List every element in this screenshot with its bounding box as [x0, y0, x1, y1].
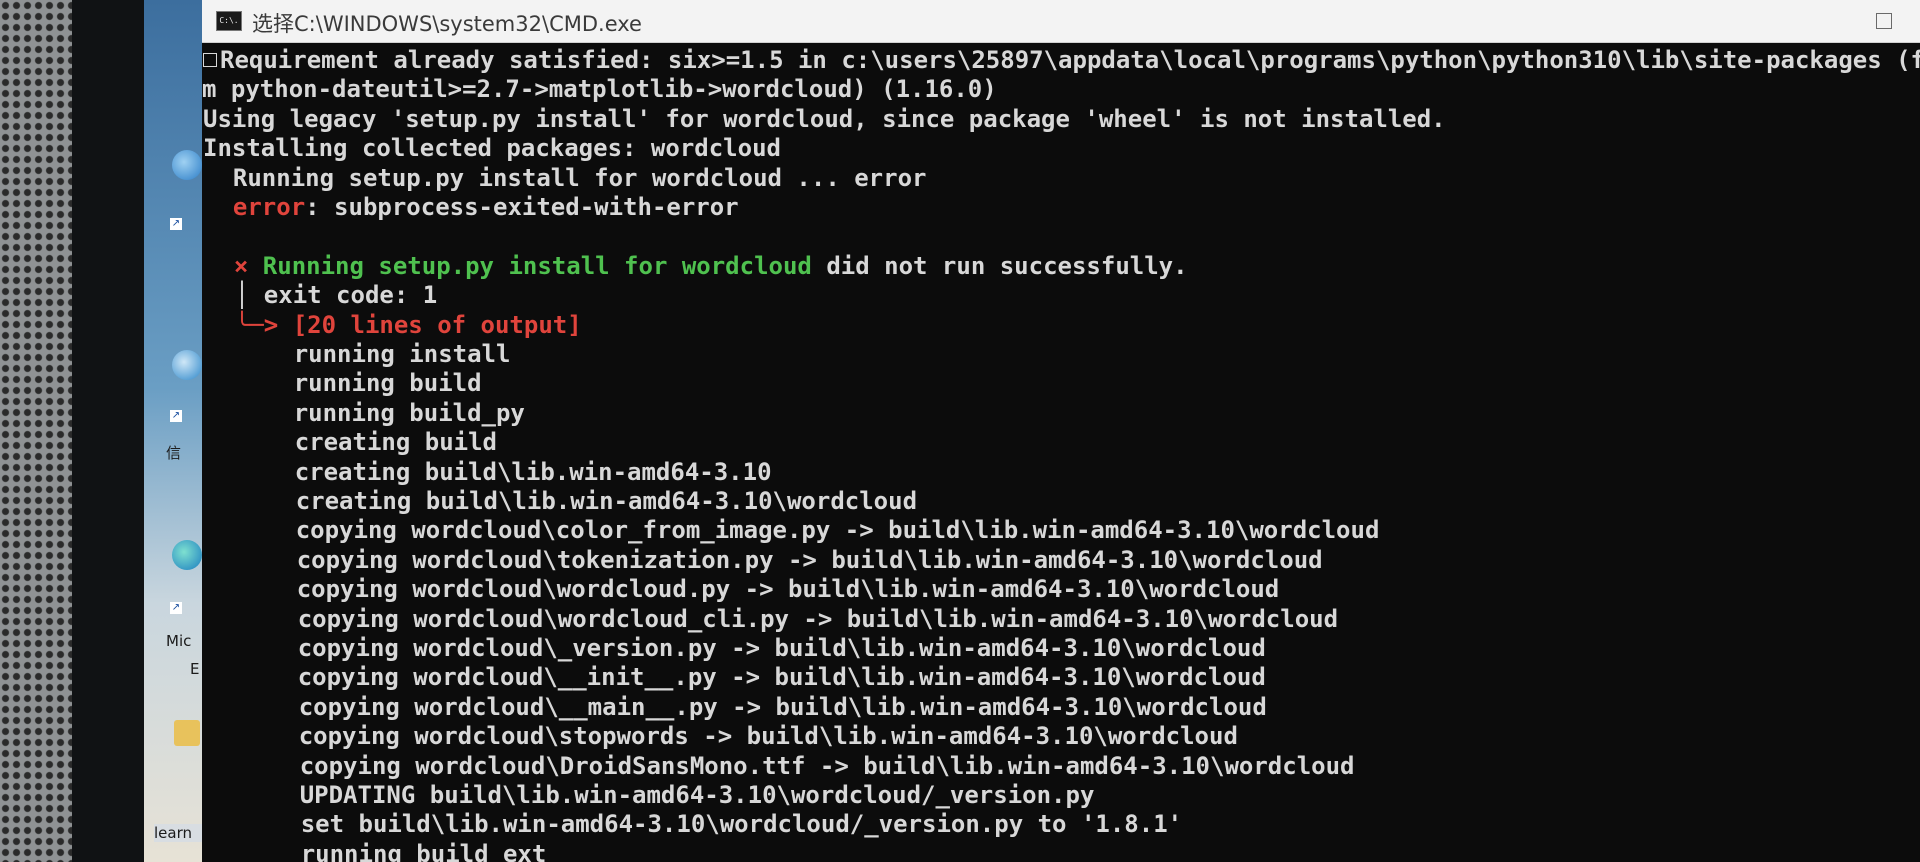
desktop-strip: ↗ ↗ 信 ↗ Mic E learn: [144, 0, 202, 862]
console-line: ╰─> [20 lines of output]: [202, 311, 582, 339]
desktop-app-icon[interactable]: [172, 350, 202, 380]
desktop-icon-label: Mic: [166, 632, 192, 650]
console-line-text: running build_py: [207, 398, 525, 427]
console-line: copying wordcloud\wordcloud_cli.py -> bu…: [202, 605, 1338, 633]
console-line-text: running build: [207, 369, 482, 398]
console-line: copying wordcloud\__main__.py -> build\l…: [202, 693, 1267, 721]
console-line-text: did not run successfully.: [811, 251, 1188, 280]
console-line-text: creating build\lib.win-amd64-3.10: [208, 457, 772, 486]
console-line-prefix: × Running setup.py install for wordcloud: [205, 251, 812, 280]
console-line-text: Running setup.py install for wordcloud .…: [204, 163, 927, 192]
console-line-text: UPDATING build\lib.win-amd64-3.10\wordcl…: [213, 781, 1095, 809]
console-line: copying wordcloud\_version.py -> build\l…: [202, 634, 1266, 662]
monitor-bezel: [72, 0, 144, 862]
console-line: creating build: [202, 428, 497, 456]
console-line: UPDATING build\lib.win-amd64-3.10\wordcl…: [202, 781, 1095, 809]
console-line-prefix: ╰─> [20 lines of output]: [206, 310, 582, 339]
console-line: running install: [202, 340, 511, 368]
console-line: copying wordcloud\wordcloud.py -> build\…: [202, 575, 1280, 604]
shortcut-arrow-icon: ↗: [170, 218, 182, 230]
console-output[interactable]: Requirement already satisfied: six>=1.5 …: [202, 44, 1920, 862]
console-line-text: creating build: [208, 428, 497, 457]
console-line-text: copying wordcloud\tokenization.py -> bui…: [210, 545, 1323, 574]
console-line-text: Requirement already satisfied: six>=1.5 …: [220, 46, 1920, 74]
console-line-text: running build_ext: [214, 839, 547, 862]
console-line: set build\lib.win-amd64-3.10\wordcloud/_…: [202, 810, 1182, 838]
console-line: copying wordcloud\color_from_image.py ->…: [202, 516, 1380, 545]
console-line: × Running setup.py install for wordcloud…: [202, 252, 1188, 280]
console-line: creating build\lib.win-amd64-3.10\wordcl…: [202, 487, 917, 515]
background-mesh: [0, 0, 72, 862]
cmd-app-icon[interactable]: C:\.: [216, 11, 242, 31]
console-line-text: copying wordcloud\wordcloud_cli.py -> bu…: [211, 604, 1339, 633]
console-line: creating build\lib.win-amd64-3.10: [202, 458, 772, 486]
console-line: copying wordcloud\tokenization.py -> bui…: [202, 546, 1323, 574]
console-line-text: copying wordcloud\__init__.py -> build\l…: [211, 663, 1266, 692]
console-line: Running setup.py install for wordcloud .…: [202, 163, 927, 192]
console-line-text: set build\lib.win-amd64-3.10\wordcloud/_…: [214, 810, 1183, 839]
console-line: Installing collected packages: wordcloud: [202, 134, 781, 162]
error-cross-icon: ×: [205, 251, 249, 280]
console-line: copying wordcloud\DroidSansMono.ttf -> b…: [202, 752, 1355, 780]
title-bar[interactable]: C:\. 选择C:\WINDOWS\system32\CMD.exe: [202, 0, 1920, 43]
console-line: m python-dateutil>=2.7->matplotlib->word…: [202, 75, 997, 103]
window-title: 选择C:\WINDOWS\system32\CMD.exe: [252, 12, 642, 36]
console-line: Using legacy 'setup.py install' for word…: [202, 105, 1446, 133]
console-line: running build_py: [202, 399, 525, 427]
desktop-icon-label: 信: [166, 444, 182, 462]
console-line-text: Using legacy 'setup.py install' for word…: [203, 104, 1446, 133]
console-line: error: subprocess-exited-with-error: [202, 193, 739, 221]
console-line-text: : subprocess-exited-with-error: [305, 193, 739, 221]
console-line: running build_ext: [202, 839, 547, 862]
console-line-text: │ exit code: 1: [206, 281, 438, 310]
desktop-app-icon[interactable]: [172, 150, 202, 180]
desktop-edge-icon[interactable]: [172, 540, 202, 570]
console-line-text: copying wordcloud\color_from_image.py ->…: [209, 516, 1380, 545]
console-line: copying wordcloud\__init__.py -> build\l…: [202, 663, 1266, 691]
desktop-folder-icon[interactable]: [174, 720, 200, 746]
console-line: │ exit code: 1: [202, 281, 437, 309]
console-line-text: copying wordcloud\DroidSansMono.ttf -> b…: [213, 751, 1355, 780]
console-line-text: creating build\lib.win-amd64-3.10\wordcl…: [209, 487, 918, 515]
console-line-text: copying wordcloud\stopwords -> build\lib…: [212, 722, 1238, 751]
console-line-text: copying wordcloud\_version.py -> build\l…: [211, 634, 1266, 662]
console-line: running build: [202, 369, 482, 397]
desktop-icon-label: learn: [154, 824, 202, 842]
maximize-icon[interactable]: [1876, 13, 1892, 29]
console-line-prefix: error: [204, 193, 306, 221]
system-menu-icon[interactable]: [203, 53, 217, 67]
console-line-text: copying wordcloud\__main__.py -> build\l…: [212, 692, 1267, 721]
console-line-text: m python-dateutil>=2.7->matplotlib->word…: [202, 75, 997, 104]
console-line-text: Installing collected packages: wordcloud: [203, 134, 781, 163]
console-line-text: copying wordcloud\wordcloud.py -> build\…: [210, 575, 1280, 604]
console-line: Requirement already satisfied: six>=1.5 …: [220, 46, 1920, 74]
shortcut-arrow-icon: ↗: [170, 410, 182, 422]
console-line-text: running install: [207, 340, 511, 368]
console-line: copying wordcloud\stopwords -> build\lib…: [202, 722, 1238, 750]
shortcut-arrow-icon: ↗: [170, 602, 182, 614]
cmd-window[interactable]: C:\. 选择C:\WINDOWS\system32\CMD.exe Requi…: [202, 0, 1920, 862]
